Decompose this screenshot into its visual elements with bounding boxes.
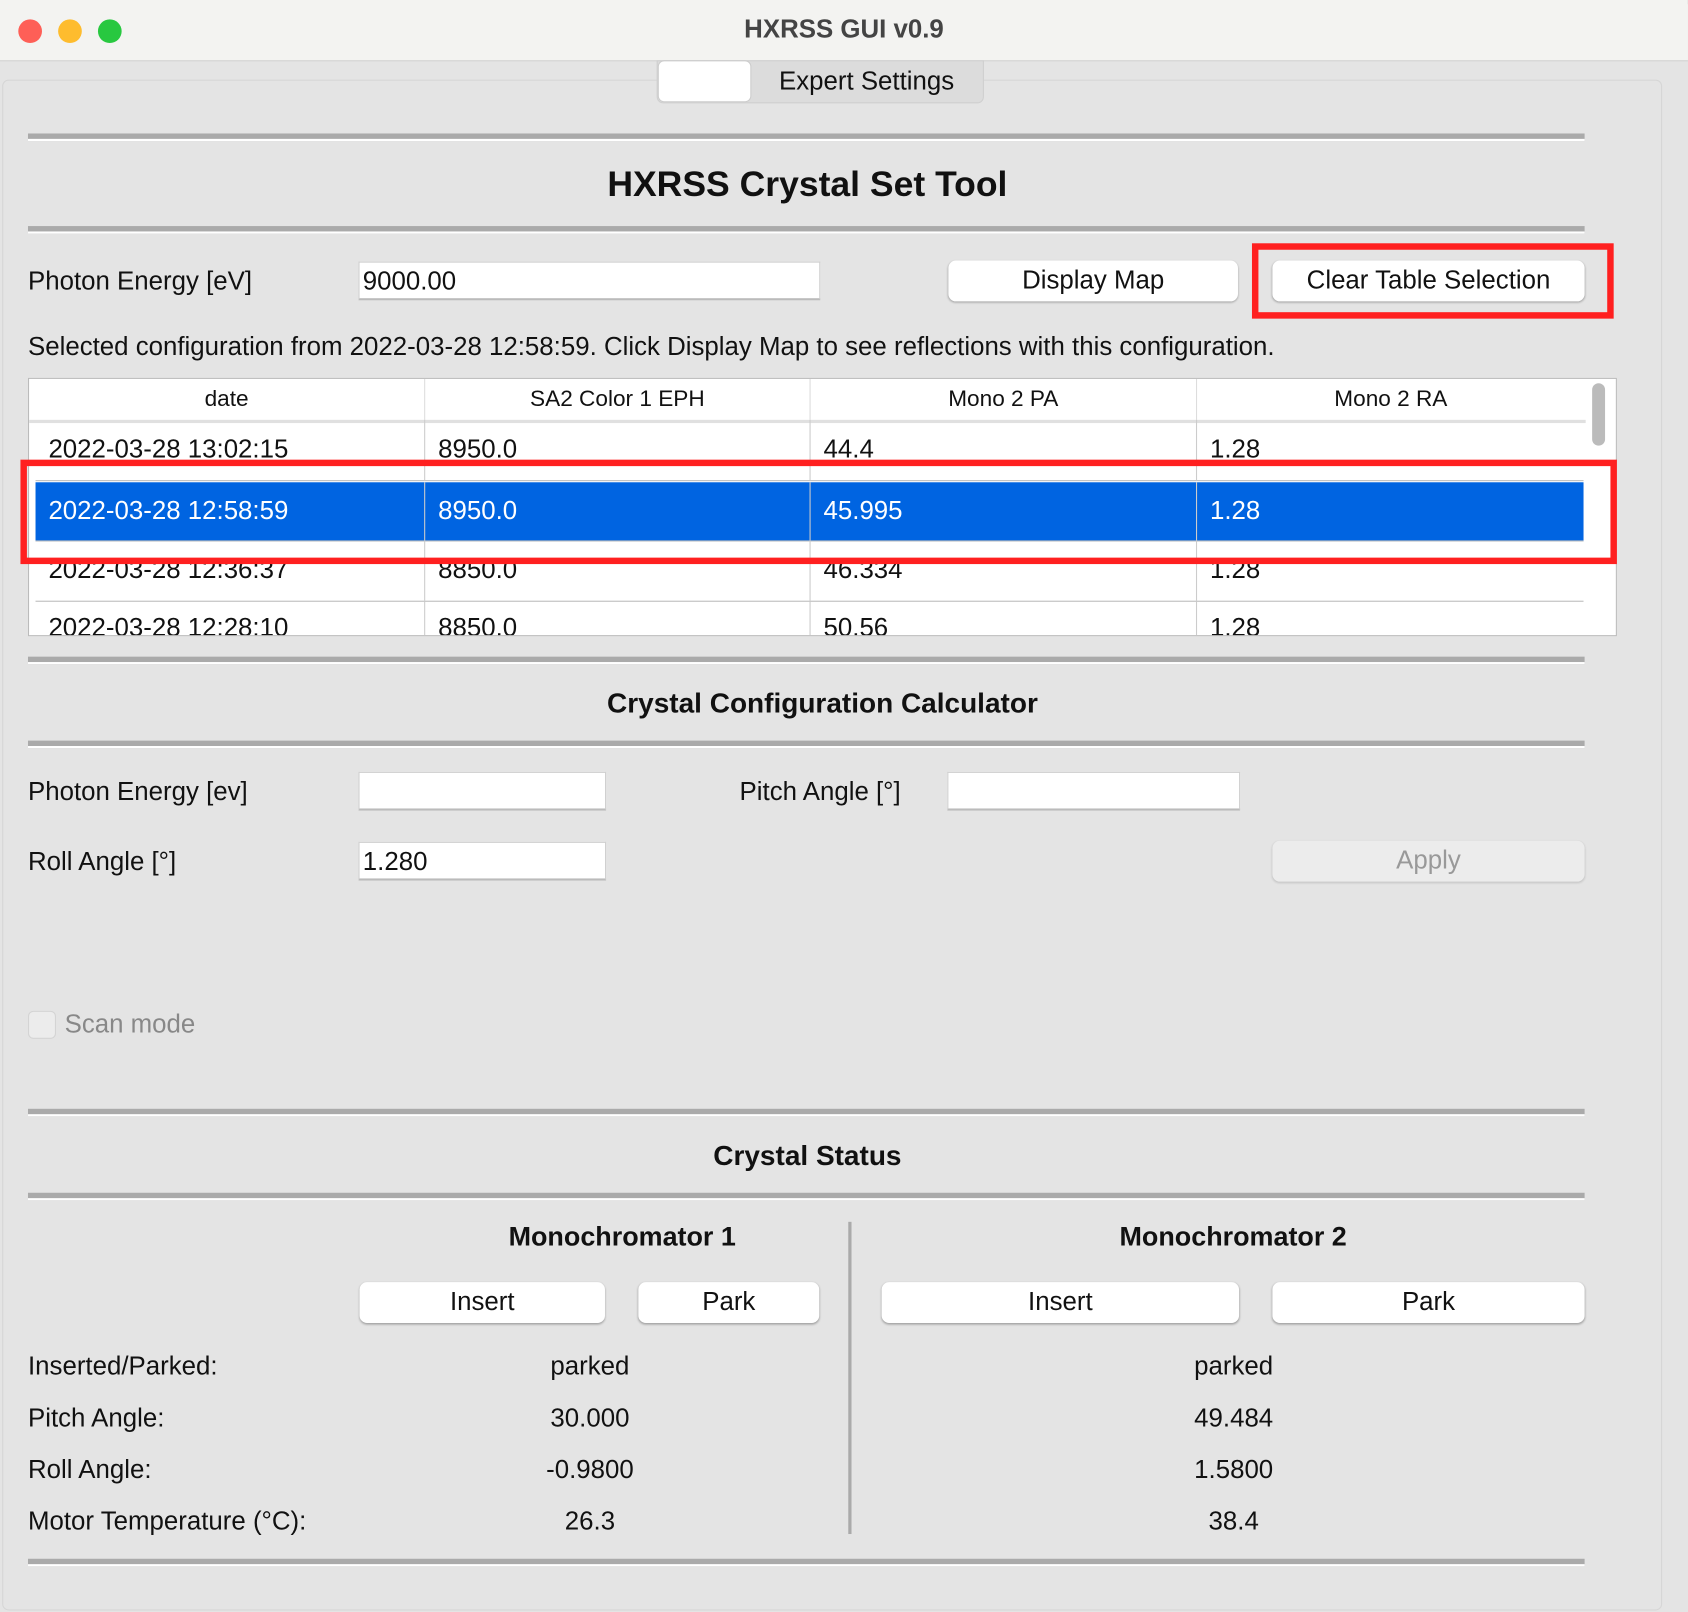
mono1-inserted-value: parked: [550, 1352, 630, 1382]
inserted-parked-label: Inserted/Parked:: [27, 1352, 218, 1382]
mono1-insert-button[interactable]: Insert: [359, 1282, 605, 1324]
apply-button[interactable]: Apply: [1272, 840, 1585, 882]
mono2-title: Monochromator 2: [1119, 1221, 1347, 1252]
divider: [27, 1108, 1585, 1117]
mono2-inserted-value: parked: [1194, 1352, 1274, 1382]
cell-date: 2022-03-28 12:28:10: [36, 601, 426, 636]
pitch-angle-label: Pitch Angle [°]: [739, 777, 901, 807]
roll-angle-label: Roll Angle [°]: [27, 847, 177, 877]
table-row[interactable]: 2022-03-28 12:28:10 8850.0 50.56 1.28: [36, 601, 1584, 637]
mono2-roll-value: 1.5800: [1194, 1455, 1274, 1485]
column-header-eph[interactable]: SA2 Color 1 EPH: [425, 378, 811, 420]
display-map-button[interactable]: Display Map: [948, 260, 1238, 302]
pitch-angle-status-label: Pitch Angle:: [27, 1403, 165, 1433]
mono1-roll-value: -0.9800: [546, 1455, 634, 1485]
divider: [27, 1192, 1585, 1201]
mono1-title: Monochromator 1: [508, 1221, 736, 1252]
photon-energy-input[interactable]: 9000.00: [358, 261, 821, 301]
tab-expert-settings[interactable]: Expert Settings: [754, 67, 980, 97]
cell-ra: 1.28: [1209, 613, 1261, 637]
window-title: HXRSS GUI v0.9: [744, 15, 944, 45]
mono1-temperature-value: 26.3: [564, 1507, 616, 1537]
divider: [27, 1558, 1585, 1567]
calculator-title: Crystal Configuration Calculator: [607, 686, 1038, 720]
table-scrollbar[interactable]: [1592, 383, 1606, 446]
cell-eph: 8850.0: [425, 601, 811, 636]
calc-photon-energy-input[interactable]: [358, 771, 607, 811]
mono1-pitch-value: 30.000: [550, 1403, 630, 1433]
highlight-box: [20, 459, 1617, 565]
page-title: HXRSS Crystal Set Tool: [607, 163, 1008, 204]
scan-mode-checkbox[interactable]: [27, 1010, 56, 1039]
cell-pa: 50.56: [811, 601, 1198, 636]
tab-main[interactable]: [657, 60, 752, 103]
calc-photon-energy-label: Photon Energy [ev]: [27, 777, 248, 807]
roll-angle-input[interactable]: 1.280: [358, 841, 607, 881]
column-header-mono2-ra[interactable]: Mono 2 RA: [1197, 379, 1585, 420]
crystal-status-title: Crystal Status: [713, 1138, 902, 1172]
selection-status-text: Selected configuration from 2022-03-28 1…: [27, 332, 1275, 362]
roll-angle-status-label: Roll Angle:: [27, 1455, 152, 1485]
highlight-box: [1251, 243, 1614, 319]
mono1-park-button[interactable]: Park: [638, 1282, 820, 1324]
column-header-date[interactable]: date: [29, 378, 426, 420]
divider: [27, 226, 1585, 234]
divider: [27, 740, 1585, 749]
divider: [27, 656, 1585, 665]
divider: [27, 133, 1585, 142]
photon-energy-label: Photon Energy [eV]: [27, 266, 253, 297]
mono2-temperature-value: 38.4: [1208, 1507, 1259, 1537]
column-divider: [848, 1221, 852, 1535]
pitch-angle-input[interactable]: [947, 771, 1241, 811]
scan-mode-label: Scan mode: [64, 1009, 196, 1039]
mono2-insert-button[interactable]: Insert: [881, 1282, 1240, 1324]
mono2-pitch-value: 49.484: [1194, 1403, 1274, 1433]
motor-temperature-label: Motor Temperature (°C):: [27, 1507, 307, 1537]
mono2-park-button[interactable]: Park: [1272, 1282, 1585, 1324]
column-header-mono2-pa[interactable]: Mono 2 PA: [811, 378, 1198, 420]
